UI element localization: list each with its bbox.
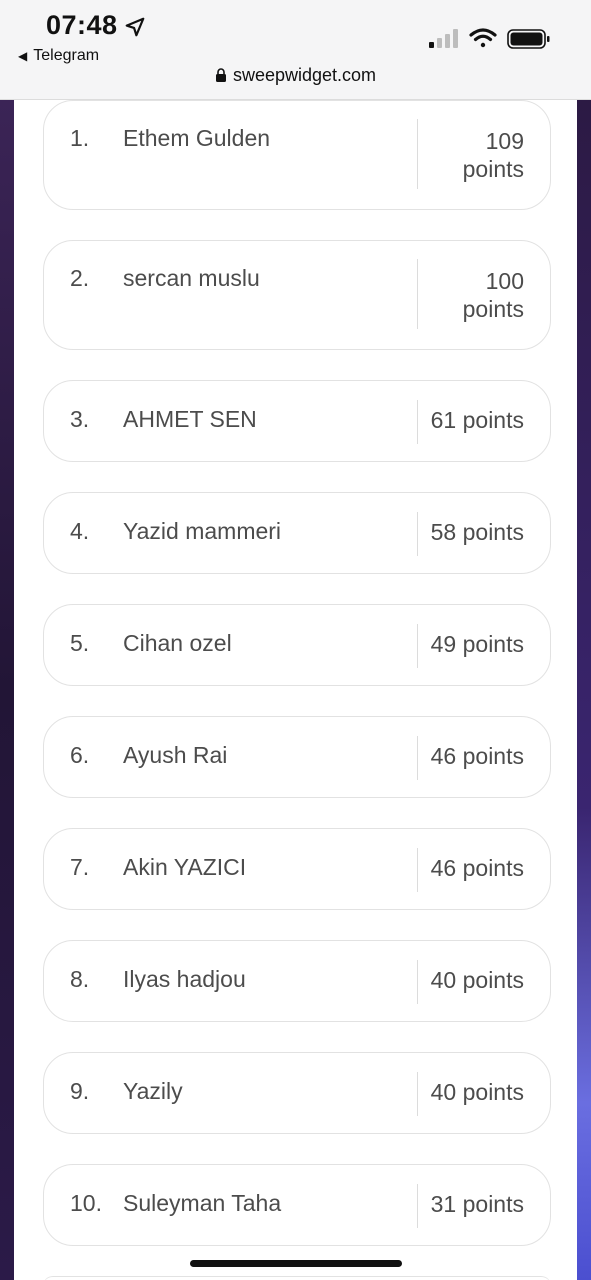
entry-rank: 9. <box>70 1078 90 1104</box>
status-time: 07:48 <box>46 10 118 40</box>
entry-divider <box>417 1072 418 1116</box>
entry-rank: 5. <box>70 630 90 656</box>
background-right <box>577 100 591 1280</box>
entry-points: 109 points <box>462 128 524 182</box>
entry-points: 49 points <box>430 631 524 657</box>
entry-rank: 4. <box>70 518 90 544</box>
background-left <box>0 100 14 1280</box>
next-entry-edge <box>43 1276 551 1280</box>
url-text: sweepwidget.com <box>232 65 377 85</box>
entry-name: Ilyas hadjou <box>123 966 246 992</box>
back-label: Telegram <box>33 47 100 64</box>
leaderboard-panel: 1. Ethem Gulden 109 points 2. sercan mus… <box>14 100 577 1280</box>
back-to-telegram-button[interactable]: ◀ Telegram <box>18 47 99 65</box>
entry-points: 58 points <box>430 519 524 545</box>
entry-divider <box>417 259 418 329</box>
wifi-icon <box>469 28 497 48</box>
leaderboard-entry: 3. AHMET SEN 61 points <box>43 380 551 462</box>
back-triangle-icon: ◀ <box>18 49 28 63</box>
entry-name: Cihan ozel <box>123 630 232 656</box>
entry-rank: 3. <box>70 406 90 432</box>
home-indicator[interactable] <box>190 1260 402 1267</box>
entry-points: 100 points <box>462 268 524 322</box>
lock-icon <box>215 68 226 82</box>
entry-name: Ethem Gulden <box>123 125 271 151</box>
entry-points: 40 points <box>430 967 524 993</box>
entry-divider <box>417 512 418 556</box>
leaderboard-entry: 1. Ethem Gulden 109 points <box>43 100 551 210</box>
leaderboard-entry: 4. Yazid mammeri 58 points <box>43 492 551 574</box>
leaderboard-entry: 6. Ayush Rai 46 points <box>43 716 551 798</box>
entry-name: AHMET SEN <box>123 406 257 432</box>
battery-icon <box>507 29 550 49</box>
entry-rank: 6. <box>70 742 90 768</box>
entry-points: 61 points <box>430 407 524 433</box>
entry-name: Yazily <box>123 1078 183 1104</box>
leaderboard-entry: 8. Ilyas hadjou 40 points <box>43 940 551 1022</box>
entry-divider <box>417 736 418 780</box>
entry-divider <box>417 960 418 1004</box>
entry-points: 46 points <box>430 743 524 769</box>
entry-points: 46 points <box>430 855 524 881</box>
entry-points: 40 points <box>430 1079 524 1105</box>
entry-points: 31 points <box>430 1191 524 1217</box>
leaderboard-entry: 10. Suleyman Taha 31 points <box>43 1164 551 1246</box>
entry-rank: 10. <box>70 1190 102 1216</box>
entry-rank: 1. <box>70 125 90 151</box>
entry-rank: 7. <box>70 854 90 880</box>
address-bar[interactable]: sweepwidget.com <box>0 65 591 86</box>
entry-divider <box>417 119 418 189</box>
leaderboard-entry: 5. Cihan ozel 49 points <box>43 604 551 686</box>
browser-header: 07:48 ◀ Telegram sweepwidget.com <box>0 0 591 100</box>
entry-name: Yazid mammeri <box>123 518 282 544</box>
entry-name: Ayush Rai <box>123 742 228 768</box>
leaderboard-entry: 2. sercan muslu 100 points <box>43 240 551 350</box>
entry-divider <box>417 624 418 668</box>
entry-rank: 2. <box>70 265 90 291</box>
leaderboard-entry: 7. Akin YAZICI 46 points <box>43 828 551 910</box>
leaderboard-entry: 9. Yazily 40 points <box>43 1052 551 1134</box>
entry-name: sercan muslu <box>123 265 260 291</box>
status-icons <box>429 28 550 49</box>
entry-name: Akin YAZICI <box>123 854 247 880</box>
entry-divider <box>417 400 418 444</box>
location-arrow-icon <box>125 17 145 37</box>
entry-divider <box>417 1184 418 1228</box>
entry-name: Suleyman Taha <box>123 1190 282 1216</box>
entry-rank: 8. <box>70 966 90 992</box>
entry-divider <box>417 848 418 892</box>
cellular-signal-icon <box>429 29 458 48</box>
